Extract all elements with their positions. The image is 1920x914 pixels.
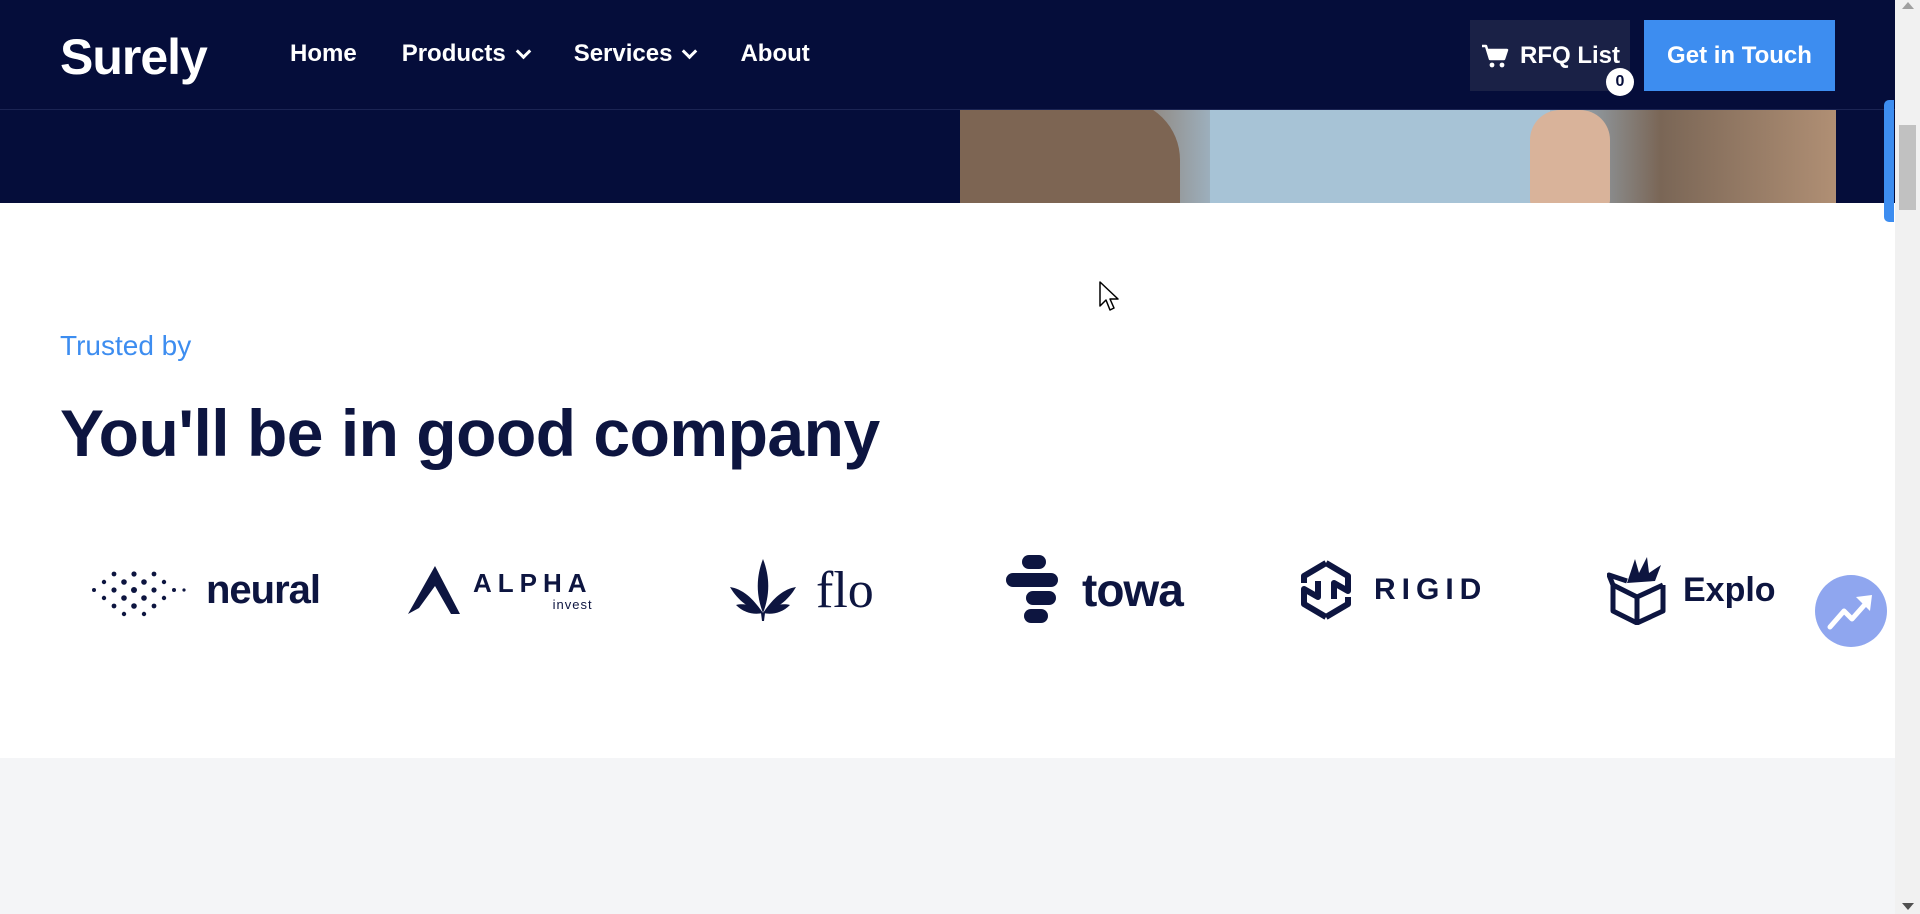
logo-name: Explo (1683, 570, 1776, 609)
main-nav: Home Products Services About (290, 40, 855, 68)
section-headline: You'll be in good company (60, 396, 880, 470)
get-in-touch-button[interactable]: Get in Touch (1644, 20, 1835, 91)
nav-services[interactable]: Services (574, 40, 698, 68)
logo-towa: towa (1004, 540, 1184, 640)
exploding-box-icon (1607, 557, 1666, 625)
logo-name: towa (1082, 564, 1184, 616)
rfq-count-badge: 0 (1606, 68, 1634, 96)
site-header: Surely Home Products Services About RFQ … (0, 0, 1895, 110)
leaf-icon (730, 559, 796, 621)
logo-flo: flo (726, 540, 874, 640)
nav-products[interactable]: Products (402, 40, 531, 68)
scroll-thumb[interactable] (1899, 125, 1916, 210)
logo-subname: invest (552, 597, 593, 612)
logo-name: neural (206, 567, 321, 612)
floating-action-button[interactable] (1815, 575, 1887, 647)
nav-home[interactable]: Home (290, 40, 357, 68)
next-section (0, 758, 1895, 914)
logo-name: flo (816, 561, 874, 619)
site-logo[interactable]: Surely (60, 28, 208, 86)
scroll-down-arrow-icon[interactable] (1902, 903, 1914, 910)
logo-rigid: RIGID (1298, 540, 1487, 640)
logo-name: ALPHA (473, 568, 593, 598)
hexagon-chain-icon (1301, 560, 1351, 620)
client-logos: neural ALPHA invest flo towa RIGID Explo (60, 540, 1850, 640)
logo-neural: neural (80, 540, 321, 640)
cart-icon (1482, 44, 1509, 67)
rfq-list-button[interactable]: RFQ List 0 (1470, 20, 1634, 96)
chevron-down-icon (515, 43, 531, 59)
section-eyebrow: Trusted by (60, 330, 192, 361)
logo-explo: Explo (1607, 540, 1776, 640)
stacked-pills-icon (1006, 555, 1058, 623)
logo-alpha: ALPHA invest (405, 540, 593, 640)
dot-grid-icon (92, 571, 186, 617)
mouse-cursor-icon (1099, 281, 1119, 311)
rfq-label: RFQ List (1520, 41, 1620, 69)
nav-about[interactable]: About (740, 40, 809, 68)
peak-icon (408, 566, 460, 614)
trending-up-icon (1827, 595, 1872, 630)
scroll-up-arrow-icon[interactable] (1902, 2, 1914, 9)
logo-name: RIGID (1374, 573, 1488, 606)
vertical-scrollbar[interactable] (1895, 0, 1920, 914)
scroll-progress-indicator (1884, 100, 1894, 222)
chevron-down-icon (682, 43, 698, 59)
